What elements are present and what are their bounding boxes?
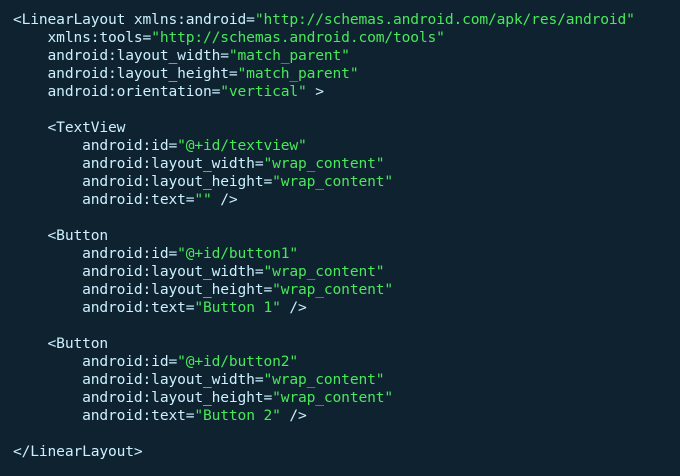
code-line: android:layout_height="wrap_content" [13, 389, 680, 407]
code-line: </LinearLayout> [13, 443, 680, 461]
code-line: android:layout_width="wrap_content" [13, 155, 680, 173]
code-token: android:text= [13, 191, 195, 208]
string-literal: "@+id/textview" [177, 137, 307, 154]
code-line: android:layout_height="wrap_content" [13, 173, 680, 191]
string-literal: "wrap_content" [263, 263, 385, 280]
code-line: android:id="@+id/button1" [13, 245, 680, 263]
code-line: android:id="@+id/button2" [13, 353, 680, 371]
code-line: android:layout_width="wrap_content" [13, 263, 680, 281]
string-literal: "match_parent" [228, 47, 350, 64]
code-line: android:layout_height="match_parent" [13, 65, 680, 83]
string-literal: "http://schemas.android.com/tools" [151, 29, 445, 46]
code-line: android:text="" /> [13, 191, 680, 209]
string-literal: "" [194, 191, 212, 208]
code-token: xmlns:tools= [13, 29, 152, 46]
code-line: <LinearLayout xmlns:android="http://sche… [13, 11, 680, 29]
string-literal: "@+id/button2" [177, 353, 299, 370]
string-literal: "wrap_content" [272, 173, 394, 190]
code-editor[interactable]: <LinearLayout xmlns:android="http://sche… [0, 0, 680, 476]
string-literal: "match_parent" [237, 65, 359, 82]
code-line: android:layout_width="match_parent" [13, 47, 680, 65]
code-token: android:layout_height= [13, 173, 273, 190]
code-token: android:layout_width= [13, 263, 264, 280]
code-token: android:id= [13, 245, 178, 262]
code-line: android:text="Button 2" /> [13, 407, 680, 425]
code-token: android:layout_width= [13, 155, 264, 172]
string-literal: "wrap_content" [272, 389, 394, 406]
code-token: /> [280, 407, 307, 424]
code-line: <Button [13, 335, 680, 353]
code-token: android:text= [13, 299, 195, 316]
code-token: > [306, 83, 324, 100]
code-token: <Button [13, 335, 109, 352]
string-literal: "Button 2" [194, 407, 281, 424]
code-token: android:layout_height= [13, 389, 273, 406]
code-token: android:layout_height= [13, 281, 273, 298]
code-token: android:layout_height= [13, 65, 238, 82]
code-token: <LinearLayout xmlns:android= [13, 11, 255, 28]
code-token: android:layout_width= [13, 47, 230, 64]
code-line: <Button [13, 227, 680, 245]
string-literal: "Button 1" [194, 299, 281, 316]
code-line: android:id="@+id/textview" [13, 137, 680, 155]
code-token: android:layout_width= [13, 371, 264, 388]
code-line: <TextView [13, 119, 680, 137]
code-token: android:id= [13, 137, 178, 154]
code-line: android:layout_height="wrap_content" [13, 281, 680, 299]
code-token: </LinearLayout> [13, 443, 143, 460]
code-token: <Button [13, 227, 109, 244]
code-token: <TextView [13, 119, 126, 136]
string-literal: "@+id/button1" [177, 245, 299, 262]
string-literal: "vertical" [220, 83, 307, 100]
string-literal: "wrap_content" [263, 155, 385, 172]
code-line: xmlns:tools="http://schemas.android.com/… [13, 29, 680, 47]
code-token: /> [211, 191, 238, 208]
string-literal: "wrap_content" [263, 371, 385, 388]
code-token: android:id= [13, 353, 178, 370]
code-token: android:text= [13, 407, 195, 424]
code-line: android:text="Button 1" /> [13, 299, 680, 317]
code-line: android:layout_width="wrap_content" [13, 371, 680, 389]
string-literal: "wrap_content" [272, 281, 394, 298]
string-literal: "http://schemas.android.com/apk/res/andr… [254, 11, 635, 28]
code-token: android:orientation= [13, 83, 221, 100]
code-line: android:orientation="vertical" > [13, 83, 680, 101]
code-token: /> [280, 299, 307, 316]
